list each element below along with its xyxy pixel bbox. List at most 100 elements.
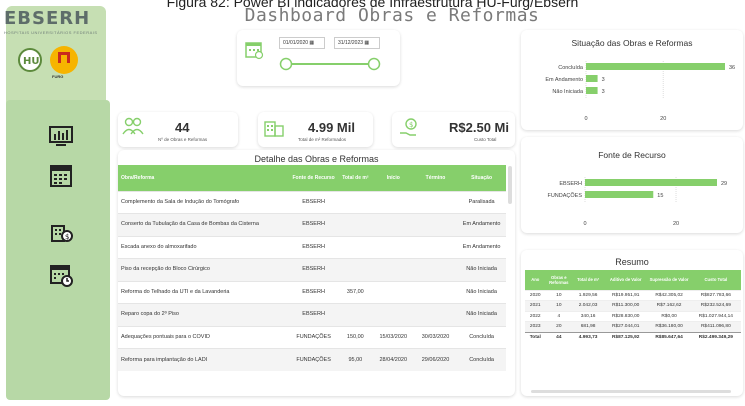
building-money-icon[interactable]: $ — [48, 218, 74, 244]
x-tick-label: 20 — [673, 221, 679, 227]
cell-custo: R$827.783,66 — [690, 289, 741, 301]
calendar-clock-icon[interactable] — [48, 262, 74, 288]
cell-fonte: EBSERH — [289, 280, 338, 304]
column-header[interactable]: Término — [413, 165, 458, 191]
table-row[interactable]: Reparo copa do 2º Piso EBSERH Não Inicia… — [118, 303, 506, 326]
column-header[interactable]: Total de m² — [338, 165, 373, 191]
column-header[interactable]: Situação — [457, 165, 506, 191]
furg-logo-icon — [50, 46, 78, 74]
situacao-bar-chart: 0 20 Concluída 36 Em Andamento 3 Não Iniciada 3 — [545, 61, 735, 122]
resumo-card: Resumo Ano Obras e Reformas Total de m² … — [521, 250, 743, 396]
bar[interactable] — [586, 75, 598, 82]
cell-supressao: R$85.647,64 — [647, 331, 691, 343]
dashboard-title: Dashboard Obras e Reformas — [244, 5, 540, 26]
situacao-chart-card: Situação das Obras e Reformas 0 20 Concluí… — [521, 30, 743, 130]
column-header[interactable]: Início — [372, 165, 414, 191]
data-label: 3 — [602, 89, 605, 95]
table-row[interactable]: Piso da recepção do Bloco Cirúrgico EBSE… — [118, 258, 506, 281]
detail-table-scrollbar[interactable] — [508, 166, 512, 204]
cell-aditivo: R$27.044,01 — [604, 321, 648, 332]
table-row[interactable]: Complemento da Sala de Indução do Tomógr… — [118, 190, 506, 214]
cell-aditivo: R$11.300,00 — [604, 300, 648, 311]
bar[interactable] — [585, 179, 717, 186]
date-range-slider[interactable] — [279, 57, 381, 71]
detail-table-title: Detalhe das Obras e Reformas — [254, 154, 379, 164]
column-header[interactable]: Total de m² — [572, 270, 605, 290]
cell-obra: Escada anexo do almoxarifado — [118, 235, 290, 259]
column-header[interactable]: Fonte de Recurso — [289, 165, 338, 191]
fonte-chart-card: Fonte de Recurso 0 20 EBSERH 29 FUNDAÇÕES 15 — [521, 137, 743, 233]
furg-logo-label: FURG — [52, 74, 64, 79]
cell-inicio — [372, 258, 414, 281]
cell-aditivo: R$19.951,91 — [604, 289, 648, 301]
cell-obra: Complemento da Sala de Indução do Tomógr… — [118, 190, 290, 214]
bar[interactable] — [586, 87, 598, 94]
column-header[interactable]: Aditivo de Valor — [604, 270, 648, 290]
cell-obras: 10 — [545, 300, 573, 311]
cell-fonte: EBSERH — [289, 190, 338, 214]
kpi-obras-label: Nº de Obras e Reformas — [158, 137, 208, 142]
cell-fonte: EBSERH — [289, 303, 338, 326]
cell-m2: 1.929,56 — [572, 289, 605, 301]
table-row[interactable]: Adequações pontuais para o COVID FUNDAÇÕ… — [118, 325, 506, 349]
column-header[interactable]: Supressão de Valor — [647, 270, 691, 290]
cell-situacao: Não Iniciada — [457, 258, 506, 281]
x-tick-label: 0 — [583, 221, 586, 227]
column-header[interactable]: Custo Total — [690, 270, 741, 290]
cell-fonte: EBSERH — [289, 213, 338, 236]
resumo-table: Ano Obras e Reformas Total de m² Aditivo… — [525, 270, 741, 343]
cell-termino — [413, 258, 458, 281]
table-row[interactable]: Escada anexo do almoxarifado EBSERH Em A… — [118, 235, 506, 259]
data-label: 29 — [721, 181, 727, 187]
cell-obras: 10 — [545, 289, 573, 301]
bar[interactable] — [586, 63, 725, 70]
column-header[interactable]: Ano — [525, 270, 546, 290]
detail-table-header: Obra/Reforma Fonte de Recurso Total de m… — [118, 165, 506, 191]
svg-text:$: $ — [409, 121, 413, 129]
cell-situacao: Em Andamento — [457, 235, 506, 259]
cell-inicio — [372, 303, 414, 326]
cell-ano: 2021 — [525, 300, 546, 311]
cell-m2 — [338, 258, 373, 281]
cell-inicio — [372, 235, 414, 259]
situacao-chart-title: Situação das Obras e Reformas — [571, 38, 693, 48]
hu-logo-icon: HU — [18, 48, 42, 72]
cell-m2: 357,00 — [338, 280, 373, 304]
cell-termino — [413, 303, 458, 326]
table-row[interactable]: Conserto da Tubulação da Casa de Bombas … — [118, 213, 506, 236]
cell-m2: 340,16 — [572, 310, 605, 322]
table-row[interactable]: Reforma para implantação do LADI FUNDAÇÕ… — [118, 348, 506, 371]
cell-situacao: Concluída — [457, 348, 506, 371]
svg-text:HU: HU — [23, 56, 40, 67]
category-label: FUNDAÇÕES — [547, 192, 582, 199]
data-label: 3 — [602, 77, 605, 83]
cell-situacao: Não Iniciada — [457, 303, 506, 326]
table-row[interactable]: Reforma do Telhado da UTI e da Lavanderi… — [118, 280, 506, 304]
bar[interactable] — [585, 191, 654, 198]
cell-m2: 681,98 — [572, 321, 605, 332]
dashboard-chart-icon[interactable] — [48, 124, 74, 150]
column-header[interactable]: Obra/Reforma — [118, 165, 290, 191]
cell-obra: Reforma para implantação do LADI — [118, 348, 290, 371]
cell-situacao: Em Andamento — [457, 213, 506, 236]
date-end-field[interactable]: 31/12/2023 ▦ — [334, 37, 380, 49]
category-label: Concluída — [558, 65, 584, 71]
calendar-grid-icon[interactable] — [48, 163, 74, 189]
cell-custo: R$232.524,69 — [690, 300, 741, 311]
resumo-title: Resumo — [615, 257, 649, 267]
cell-obras: 4 — [545, 310, 573, 322]
date-start-field[interactable]: 01/01/2020 ▦ — [279, 37, 325, 49]
column-header[interactable]: Obras e Reformas — [545, 270, 573, 290]
detail-table-card: Detalhe das Obras e Reformas Obra/Reform… — [118, 150, 515, 396]
cell-custo: R$411.096,80 — [690, 321, 741, 332]
cell-aditivo: R$28.830,00 — [604, 310, 648, 322]
cell-situacao: Paralisada — [457, 190, 506, 214]
data-label: 15 — [657, 193, 663, 199]
category-label: Não Iniciada — [552, 89, 584, 95]
resumo-scrollbar[interactable] — [531, 390, 731, 393]
cell-obra: Reforma do Telhado da UTI e da Lavanderi… — [118, 280, 290, 304]
cell-inicio — [372, 213, 414, 236]
cell-aditivo: R$87.125,92 — [604, 331, 648, 343]
cell-situacao: Concluída — [457, 325, 506, 349]
date-start-value: 01/01/2020 — [283, 40, 309, 46]
